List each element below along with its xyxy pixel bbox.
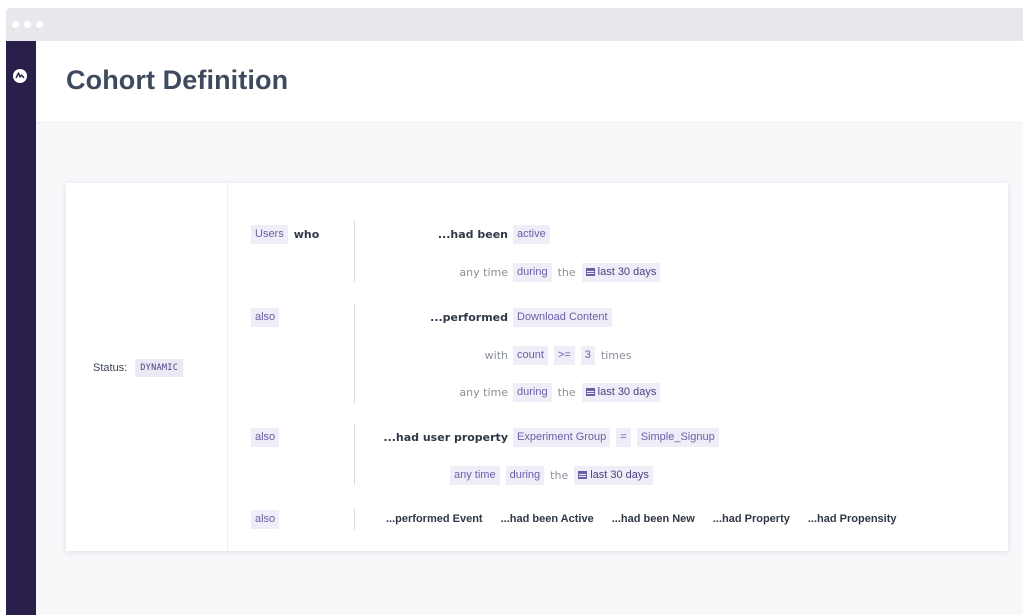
the-text: the — [550, 468, 569, 482]
option-had-been-new[interactable]: ...had been New — [612, 513, 695, 525]
event-chip[interactable]: active — [513, 224, 550, 244]
during-chip[interactable]: during — [505, 465, 545, 485]
group-lhs: also — [251, 508, 280, 530]
calendar-icon — [578, 470, 588, 479]
property-tokens: Experiment Group = Simple_Signup — [513, 426, 719, 448]
value-chip[interactable]: 3 — [580, 345, 595, 365]
window-titlebar — [6, 8, 1023, 41]
date-range-label: last 30 days — [597, 385, 657, 398]
who-label: who — [293, 227, 320, 241]
time-label: any time — [459, 265, 508, 279]
window-dot-icon — [12, 21, 19, 28]
during-chip[interactable]: during — [513, 262, 552, 282]
status-badge[interactable]: DYNAMIC — [135, 359, 184, 377]
group-divider — [354, 425, 355, 485]
the-text: the — [557, 265, 576, 279]
count-tokens: count >= 3 times — [513, 344, 632, 366]
count-chip[interactable]: count — [513, 345, 548, 365]
date-range-chip[interactable]: last 30 days — [581, 382, 661, 402]
times-text: times — [600, 348, 632, 362]
property-value-chip[interactable]: Simple_Signup — [636, 427, 719, 447]
also-chip[interactable]: also — [251, 307, 280, 327]
date-range-chip[interactable]: last 30 days — [581, 262, 661, 282]
any-time-chip[interactable]: any time — [450, 465, 500, 485]
event-chip[interactable]: Download Content — [513, 307, 612, 327]
with-label: with — [484, 348, 508, 362]
option-had-propensity[interactable]: ...had Propensity — [808, 513, 897, 525]
property-chip[interactable]: Experiment Group — [513, 427, 611, 447]
the-text: the — [557, 385, 576, 399]
window-dot-icon — [24, 21, 31, 28]
status: Status: DYNAMIC — [93, 359, 184, 377]
condition-tokens: active — [513, 223, 550, 245]
page-header: Cohort Definition — [36, 41, 1023, 123]
time-tokens: any time during the last 30 days — [450, 464, 653, 486]
group-lhs: Users who — [251, 223, 319, 245]
window-dot-icon — [36, 21, 43, 28]
option-performed-event[interactable]: ...performed Event — [386, 513, 483, 525]
group-lhs: also — [251, 306, 280, 328]
also-chip[interactable]: also — [251, 509, 280, 529]
option-had-property[interactable]: ...had Property — [713, 513, 790, 525]
time-label: any time — [459, 385, 508, 399]
subject-chip[interactable]: Users — [251, 224, 288, 244]
calendar-icon — [585, 267, 595, 276]
time-tokens: during the last 30 days — [513, 261, 661, 283]
group-divider — [354, 303, 355, 403]
during-chip[interactable]: during — [513, 382, 552, 402]
date-range-label: last 30 days — [590, 468, 649, 481]
status-panel: Status: DYNAMIC — [66, 183, 228, 551]
date-range-label: last 30 days — [597, 265, 657, 278]
calendar-icon — [585, 387, 595, 396]
operator-chip[interactable]: = — [616, 427, 631, 447]
left-nav-rail — [6, 41, 36, 615]
condition-label: ...had been — [437, 227, 508, 241]
time-tokens: during the last 30 days — [513, 381, 661, 403]
page-title: Cohort Definition — [66, 65, 289, 95]
option-had-been-active[interactable]: ...had been Active — [501, 513, 594, 525]
condition-options: ...performed Event ...had been Active ..… — [386, 508, 897, 530]
group-divider — [354, 508, 355, 530]
condition-label: ...performed — [430, 310, 508, 324]
amplitude-logo-icon[interactable] — [13, 69, 27, 83]
also-chip[interactable]: also — [251, 427, 280, 447]
operator-chip[interactable]: >= — [553, 345, 575, 365]
cohort-definition-card: Status: DYNAMIC Users who ...had been ac… — [66, 183, 1008, 551]
condition-tokens: Download Content — [513, 306, 612, 328]
condition-label: ...had user property — [383, 430, 508, 444]
group-divider — [354, 220, 355, 282]
date-range-chip[interactable]: last 30 days — [574, 465, 653, 485]
status-label: Status: — [93, 362, 128, 374]
group-lhs: also — [251, 426, 280, 448]
app-window: Cohort Definition Status: DYNAMIC Users … — [6, 8, 1023, 615]
